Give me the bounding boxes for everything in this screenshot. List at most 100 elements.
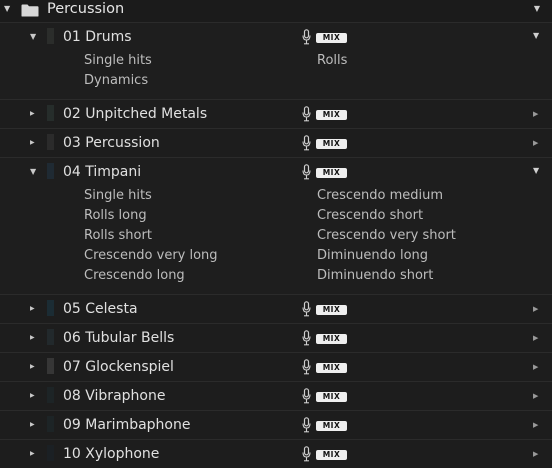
track-row[interactable]: ▶ 05 Celesta MIX ▶ (0, 294, 552, 323)
row-menu-chevron-right-icon[interactable]: ▶ (533, 449, 538, 459)
mix-button[interactable]: MIX (316, 110, 347, 120)
track-color-swatch (47, 134, 54, 150)
mix-button[interactable]: MIX (316, 392, 347, 402)
track-name: 04 Timpani (63, 164, 142, 180)
folder-icon (21, 4, 39, 17)
chevron-down-icon[interactable]: ▼ (4, 4, 14, 14)
chevron-right-icon[interactable]: ▶ (30, 391, 40, 401)
microphone-icon[interactable] (302, 106, 311, 122)
track-row[interactable]: ▼ 01 Drums MIX ▼ Single hits Dynamics Rolls (0, 22, 552, 99)
articulation-item[interactable]: Rolls short (84, 226, 218, 246)
microphone-icon[interactable] (302, 164, 311, 180)
row-menu-chevron-right-icon[interactable]: ▶ (533, 109, 538, 119)
track-row-header[interactable]: ▼ 01 Drums MIX ▼ (0, 23, 552, 51)
folder-title: Percussion (47, 1, 125, 17)
articulation-list: Single hits Dynamics Rolls (0, 51, 552, 99)
track-color-swatch (47, 387, 54, 403)
microphone-icon[interactable] (302, 359, 311, 375)
articulation-item[interactable]: Crescendo very short (317, 226, 456, 246)
track-name: 08 Vibraphone (63, 388, 166, 404)
mix-button[interactable]: MIX (316, 168, 347, 178)
articulation-item[interactable]: Crescendo short (317, 206, 456, 226)
chevron-right-icon[interactable]: ▶ (30, 304, 40, 314)
chevron-down-icon[interactable]: ▼ (30, 32, 40, 42)
track-row[interactable]: ▶ 08 Vibraphone MIX ▶ (0, 381, 552, 410)
articulation-item[interactable]: Single hits (84, 51, 152, 71)
track-row-header[interactable]: ▶ 03 Percussion MIX ▶ (0, 129, 552, 157)
microphone-icon[interactable] (302, 301, 311, 317)
track-color-swatch (47, 300, 54, 316)
mix-button[interactable]: MIX (316, 450, 347, 460)
articulation-column-right: Crescendo medium Crescendo short Crescendo… (317, 186, 456, 286)
track-row[interactable]: ▶ 07 Glockenspiel MIX ▶ (0, 352, 552, 381)
track-rows: ▼ 01 Drums MIX ▼ Single hits Dynamics Rolls ▶ 02… (0, 22, 552, 468)
chevron-right-icon[interactable]: ▶ (30, 138, 40, 148)
track-row-header[interactable]: ▶ 06 Tubular Bells MIX ▶ (0, 324, 552, 352)
track-row[interactable]: ▶ 10 Xylophone MIX ▶ (0, 439, 552, 468)
track-row[interactable]: ▶ 09 Marimbaphone MIX ▶ (0, 410, 552, 439)
track-row-header[interactable]: ▶ 08 Vibraphone MIX ▶ (0, 382, 552, 410)
track-name: 06 Tubular Bells (63, 330, 175, 346)
mix-button[interactable]: MIX (316, 139, 347, 149)
chevron-right-icon[interactable]: ▶ (30, 449, 40, 459)
track-row-header[interactable]: ▶ 09 Marimbaphone MIX ▶ (0, 411, 552, 439)
row-menu-chevron-right-icon[interactable]: ▶ (533, 420, 538, 430)
row-menu-chevron-right-icon[interactable]: ▶ (533, 138, 538, 148)
track-row-header[interactable]: ▼ 04 Timpani MIX ▼ (0, 158, 552, 186)
articulation-item[interactable]: Single hits (84, 186, 218, 206)
track-color-swatch (47, 163, 54, 179)
articulation-item[interactable]: Diminuendo long (317, 246, 456, 266)
articulation-item[interactable]: Crescendo medium (317, 186, 456, 206)
track-name: 09 Marimbaphone (63, 417, 191, 433)
articulation-item[interactable]: Crescendo long (84, 266, 218, 286)
track-name: 02 Unpitched Metals (63, 106, 208, 122)
microphone-icon[interactable] (302, 135, 311, 151)
microphone-icon[interactable] (302, 446, 311, 462)
mix-button[interactable]: MIX (316, 33, 347, 43)
folder-menu-chevron-icon[interactable]: ▼ (534, 4, 540, 13)
track-name: 10 Xylophone (63, 446, 160, 462)
chevron-down-icon[interactable]: ▼ (30, 167, 40, 177)
articulation-item[interactable]: Dynamics (84, 71, 152, 91)
microphone-icon[interactable] (302, 330, 311, 346)
articulation-item[interactable]: Rolls long (84, 206, 218, 226)
microphone-icon[interactable] (302, 388, 311, 404)
articulation-column-left: Single hits Dynamics (84, 51, 152, 91)
track-color-swatch (47, 105, 54, 121)
mix-button[interactable]: MIX (316, 334, 347, 344)
mix-button[interactable]: MIX (316, 305, 347, 315)
track-row[interactable]: ▶ 06 Tubular Bells MIX ▶ (0, 323, 552, 352)
track-color-swatch (47, 358, 54, 374)
track-color-swatch (47, 28, 54, 44)
row-menu-chevron-right-icon[interactable]: ▶ (533, 304, 538, 314)
chevron-right-icon[interactable]: ▶ (30, 333, 40, 343)
chevron-right-icon[interactable]: ▶ (30, 420, 40, 430)
track-row-header[interactable]: ▶ 07 Glockenspiel MIX ▶ (0, 353, 552, 381)
track-row-header[interactable]: ▶ 05 Celesta MIX ▶ (0, 295, 552, 323)
chevron-right-icon[interactable]: ▶ (30, 109, 40, 119)
track-row[interactable]: ▼ 04 Timpani MIX ▼ Single hits Rolls long Roll… (0, 157, 552, 294)
track-row[interactable]: ▶ 02 Unpitched Metals MIX ▶ (0, 99, 552, 128)
row-menu-chevron-right-icon[interactable]: ▶ (533, 391, 538, 401)
row-menu-chevron-right-icon[interactable]: ▶ (533, 333, 538, 343)
row-menu-chevron-down-icon[interactable]: ▼ (533, 166, 539, 176)
chevron-right-icon[interactable]: ▶ (30, 362, 40, 372)
track-color-swatch (47, 416, 54, 432)
articulation-column-right: Rolls (317, 51, 347, 71)
articulation-item[interactable]: Diminuendo short (317, 266, 456, 286)
microphone-icon[interactable] (302, 417, 311, 433)
percussion-track-list: ▼ Percussion ▼ ▼ 01 Drums MIX ▼ Single hits D… (0, 0, 552, 468)
track-row[interactable]: ▶ 03 Percussion MIX ▶ (0, 128, 552, 157)
microphone-icon[interactable] (302, 29, 311, 45)
articulation-list: Single hits Rolls long Rolls short Crescend… (0, 186, 552, 294)
track-row-header[interactable]: ▶ 02 Unpitched Metals MIX ▶ (0, 100, 552, 128)
track-name: 01 Drums (63, 29, 132, 45)
articulation-item[interactable]: Crescendo very long (84, 246, 218, 266)
mix-button[interactable]: MIX (316, 363, 347, 373)
folder-header[interactable]: ▼ Percussion ▼ (0, 0, 552, 22)
row-menu-chevron-down-icon[interactable]: ▼ (533, 31, 539, 41)
track-row-header[interactable]: ▶ 10 Xylophone MIX ▶ (0, 440, 552, 468)
articulation-item[interactable]: Rolls (317, 51, 347, 71)
mix-button[interactable]: MIX (316, 421, 347, 431)
row-menu-chevron-right-icon[interactable]: ▶ (533, 362, 538, 372)
